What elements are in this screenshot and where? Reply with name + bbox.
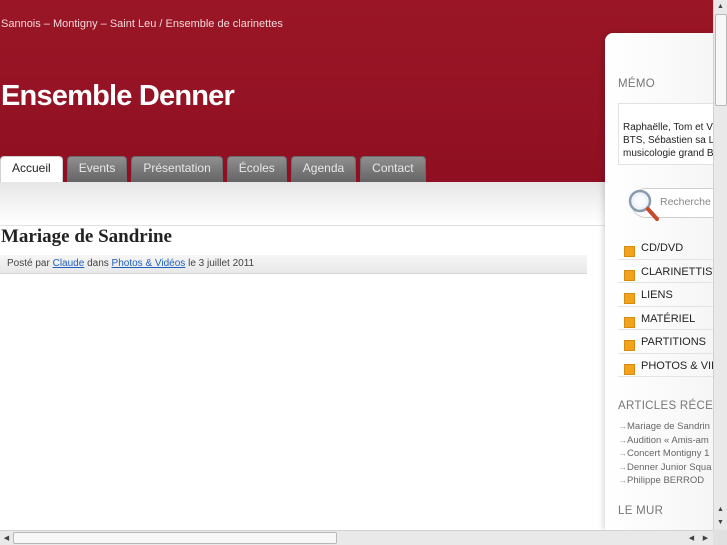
magnifier-icon[interactable] xyxy=(627,188,661,224)
recent-list: → Mariage de Sandrin → Audition « Amis-am … xyxy=(618,421,713,489)
category-label: CD/DVD xyxy=(641,242,684,254)
vertical-scroll-thumb[interactable] xyxy=(715,14,727,106)
tab-ecoles[interactable]: Écoles xyxy=(226,156,287,182)
subnav-bar xyxy=(0,182,605,226)
category-item[interactable]: CD/DVD xyxy=(618,236,713,260)
tab-accueil[interactable]: Accueil xyxy=(0,156,63,183)
recent-label: Concert Montigny 1 xyxy=(627,448,710,459)
tab-presentation[interactable]: Présentation xyxy=(131,156,223,182)
memo-heading: MÉMO xyxy=(618,78,655,90)
recent-item[interactable]: → Mariage de Sandrin xyxy=(618,421,713,435)
horizontal-scrollbar[interactable]: ◀ ◀ ▶ xyxy=(0,530,713,545)
horizontal-scroll-thumb[interactable] xyxy=(13,532,337,544)
post-meta: Posté par Claude dans Photos & Vidéos le… xyxy=(0,255,587,274)
meta-date-prefix: le xyxy=(188,258,196,269)
site-title[interactable]: Ensemble Denner xyxy=(1,80,235,113)
scrollbar-corner xyxy=(713,530,727,545)
recent-label: Mariage de Sandrin xyxy=(627,421,710,432)
category-label: MATÉRIEL xyxy=(641,312,696,325)
recent-item[interactable]: → Audition « Amis-am xyxy=(618,435,713,449)
recent-label: Denner Junior Squa xyxy=(627,461,712,473)
recent-heading: ARTICLES RÉCE xyxy=(618,400,713,412)
category-item[interactable]: PHOTOS & VID xyxy=(618,354,713,377)
memo-line: Raphaëlle, Tom et V xyxy=(623,122,713,133)
recent-item[interactable]: → Denner Junior Squa xyxy=(618,462,713,476)
scroll-down-icon[interactable]: ▼ xyxy=(714,516,727,529)
sidebar: MÉMO Raphaëlle, Tom et V BTS, Sébastien s… xyxy=(605,33,713,530)
square-bullet-icon xyxy=(624,246,635,257)
category-label: PHOTOS & VID xyxy=(641,359,713,372)
recent-label: Philippe BERROD xyxy=(627,475,705,486)
category-label: PARTITIONS xyxy=(641,336,706,348)
memo-box: Raphaëlle, Tom et V BTS, Sébastien sa L mu… xyxy=(618,103,713,165)
square-bullet-icon xyxy=(624,269,635,281)
wall-heading: LE MUR xyxy=(618,505,664,517)
author-link[interactable]: Claude xyxy=(53,258,85,269)
post-title[interactable]: Mariage de Sandrine xyxy=(1,226,172,248)
post-date: 3 juillet 2011 xyxy=(198,258,255,269)
meta-in: dans xyxy=(87,258,109,269)
scroll-left-icon[interactable]: ◀ xyxy=(685,532,698,545)
square-bullet-icon xyxy=(624,363,635,375)
recent-item[interactable]: → Philippe BERROD xyxy=(618,475,713,489)
category-item[interactable]: MATÉRIEL xyxy=(618,307,713,330)
tab-events[interactable]: Events xyxy=(66,156,128,182)
scroll-left-icon[interactable]: ◀ xyxy=(0,532,13,545)
category-item[interactable]: PARTITIONS xyxy=(618,330,713,354)
search-input[interactable]: Recherche xyxy=(660,196,711,208)
memo-line: BTS, Sébastien sa L xyxy=(623,135,713,146)
tab-contact[interactable]: Contact xyxy=(360,156,426,182)
arrow-icon: → xyxy=(618,448,627,458)
arrow-icon: → xyxy=(618,434,627,445)
scroll-up-icon[interactable]: ▲ xyxy=(714,0,727,13)
arrow-icon: → xyxy=(618,461,627,472)
recent-item[interactable]: → Concert Montigny 1 xyxy=(618,448,713,462)
category-label: LIENS xyxy=(641,289,673,301)
vertical-scrollbar[interactable]: ▲ ▲ ▼ xyxy=(713,0,727,530)
category-item[interactable]: CLARINETTIST xyxy=(618,260,713,283)
arrow-icon: → xyxy=(618,421,627,431)
square-bullet-icon xyxy=(624,340,635,351)
square-bullet-icon xyxy=(624,293,635,304)
category-label: CLARINETTIST xyxy=(641,265,713,278)
tab-agenda[interactable]: Agenda xyxy=(290,156,357,182)
meta-prefix: Posté par xyxy=(7,258,50,269)
category-item[interactable]: LIENS xyxy=(618,283,713,307)
main-nav: Accueil Events Présentation Écoles Agend… xyxy=(0,156,430,183)
arrow-icon: → xyxy=(618,475,627,485)
square-bullet-icon xyxy=(624,316,635,328)
scroll-up-icon[interactable]: ▲ xyxy=(714,503,727,516)
recent-label: Audition « Amis-am xyxy=(627,434,709,446)
scroll-right-icon[interactable]: ▶ xyxy=(699,532,712,545)
site-tagline: Sannois – Montigny – Saint Leu / Ensembl… xyxy=(1,18,283,30)
category-link[interactable]: Photos & Vidéos xyxy=(112,258,186,269)
memo-line: musicologie grand B xyxy=(623,148,713,159)
category-list: CD/DVD CLARINETTIST LIENS MATÉRIEL PARTI… xyxy=(618,236,713,377)
